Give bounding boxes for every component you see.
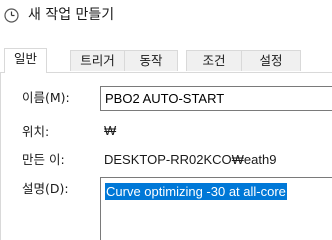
tab-actions[interactable]: 동작 [124,50,178,71]
task-name-field[interactable] [100,86,332,111]
window-title: 새 작업 만들기 [28,7,115,23]
title-bar: 새 작업 만들기 [0,0,332,36]
description-textarea[interactable]: Curve optimizing -30 at all-core [100,177,332,240]
name-label: 이름(M): [22,90,70,105]
author-value: DESKTOP-RR02KCO₩eath9 [104,152,277,167]
create-task-dialog: 새 작업 만들기 일반 트리거 동작 조건 설정 이름(M): 위치: ₩ 만든… [0,0,332,240]
description-label: 설명(D): [22,181,69,196]
tab-strip: 일반 트리거 동작 조건 설정 [0,48,332,73]
location-value: ₩ [104,123,117,138]
author-label: 만든 이: [22,152,65,167]
tab-triggers[interactable]: 트리거 [70,50,125,71]
description-selected-text[interactable]: Curve optimizing -30 at all-core [105,183,287,200]
scheduler-clock-icon [4,8,19,23]
location-label: 위치: [22,124,50,139]
tab-conditions[interactable]: 조건 [186,50,242,71]
tab-settings[interactable]: 설정 [241,50,301,71]
tab-general[interactable]: 일반 [4,48,47,73]
